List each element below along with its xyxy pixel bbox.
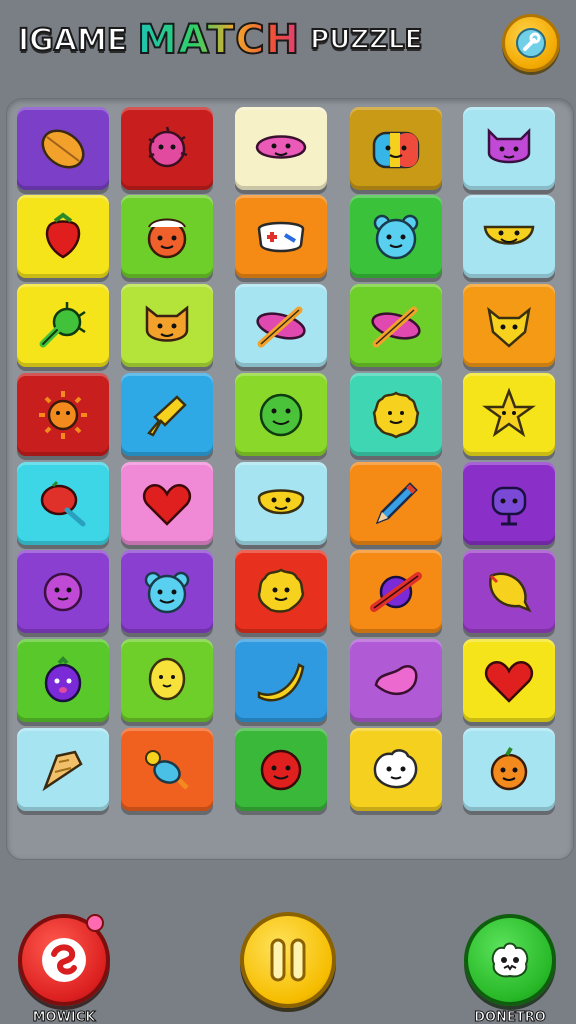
tile-pencil-cross[interactable] [350,284,442,367]
tile-blue-bear-2[interactable] [121,550,213,633]
tile-purple-blob[interactable] [17,550,109,633]
green-bug-icon [39,301,86,347]
strawberry-icon [45,212,81,258]
tile-yellow-arrow[interactable] [121,373,213,456]
tile-yellow-balloon[interactable] [121,639,213,722]
tile-lemon[interactable] [463,550,555,633]
ice-cream-icon [42,750,83,791]
eggplant-icon [44,655,82,702]
right-button-label: DONETRO [474,1010,547,1024]
tile-purple-cat[interactable] [463,107,555,190]
tile-red-fruit[interactable] [17,462,109,545]
monster-icon [491,942,529,978]
tile-red-heart[interactable] [463,639,555,722]
title-word-2: MATCH [136,16,301,64]
tile-candy[interactable] [121,728,213,811]
orange-cat-icon [145,304,189,342]
yellow-face-icon [257,488,305,514]
tile-eggplant[interactable] [17,639,109,722]
tile-yellow-fox[interactable] [463,284,555,367]
tile-blue-bear[interactable] [350,195,442,278]
tile-orange-fruit[interactable] [463,728,555,811]
tile-yellow-flower[interactable] [350,373,442,456]
orange-fruit-icon [490,746,528,790]
swirl-icon [42,938,86,982]
white-ghost-icon [373,748,418,788]
pause-button[interactable] [240,912,336,1008]
tile-red-ball[interactable] [235,728,327,811]
wrench-icon [516,28,546,58]
tile-star[interactable] [463,373,555,456]
yellow-flower-icon [372,390,420,439]
tile-heart[interactable] [121,462,213,545]
pink-heart-icon [374,664,418,695]
spiky-blob-icon [148,126,188,167]
tile-banana[interactable] [235,639,327,722]
pink-face-icon [255,134,307,159]
blue-bear-icon [373,214,419,259]
pencil-cross-icon [256,306,306,347]
red-fruit-icon [40,480,86,526]
rainbow-bear-icon [372,131,420,168]
header: IGAME MATCH PUZZLE [0,0,576,92]
yellow-arrow-icon [147,394,187,437]
tile-orange-cat[interactable] [121,284,213,367]
orange-monster-icon [147,218,187,258]
red-heart-icon [484,660,534,703]
blue-pencil-icon [375,481,418,524]
tile-yellow-face[interactable] [235,462,327,545]
tile-purple-robot[interactable] [463,462,555,545]
pencil-cross-icon [371,306,421,347]
settings-button[interactable] [502,14,560,72]
yellow-fox-icon [487,306,531,348]
yellow-balloon-icon [148,657,186,700]
tile-strawberry[interactable] [17,195,109,278]
title-word-1: IGAME [17,22,128,59]
tile-pink-face[interactable] [235,107,327,190]
tile-blue-pencil[interactable] [350,462,442,545]
tile-rainbow-bear[interactable] [350,107,442,190]
monster-powerup-button[interactable] [464,914,556,1006]
heart-icon [142,483,192,526]
tile-yellow-smile[interactable] [463,195,555,278]
tile-green-smile[interactable] [235,373,327,456]
tile-sun[interactable] [17,373,109,456]
pause-icon [270,938,306,982]
tile-gamepad[interactable] [235,195,327,278]
tile-ice-cream[interactable] [17,728,109,811]
tile-planet[interactable] [350,550,442,633]
star-icon [482,386,536,437]
purple-blob-icon [43,572,83,611]
gamepad-icon [257,221,305,252]
yellow-smile-icon [483,225,535,245]
yellow-sun-face-icon [257,567,305,613]
game-title: IGAME MATCH PUZZLE [17,14,423,66]
tile-white-ghost[interactable] [350,728,442,811]
lemon-icon [489,572,532,612]
candy-icon [145,749,189,790]
tile-leaf[interactable] [17,107,109,190]
tile-pink-heart[interactable] [350,639,442,722]
banana-icon [257,662,305,701]
red-ball-icon [260,749,302,790]
sun-icon [39,390,87,439]
title-word-3: PUZZLE [309,24,423,56]
tile-green-bug[interactable] [17,284,109,367]
tile-pencil-cross[interactable] [235,284,327,367]
leaf-icon [41,129,85,168]
green-smile-icon [259,393,303,436]
tile-yellow-sun-face[interactable] [235,550,327,633]
tile-spiky-blob[interactable] [121,107,213,190]
purple-robot-icon [491,486,527,525]
left-button-label: MOWICK [32,1010,96,1024]
planet-icon [370,571,422,612]
notification-dot [86,914,104,932]
game-board [6,98,574,860]
purple-cat-icon [487,127,531,163]
tile-orange-monster[interactable] [121,195,213,278]
blue-bear-2-icon [144,571,190,613]
